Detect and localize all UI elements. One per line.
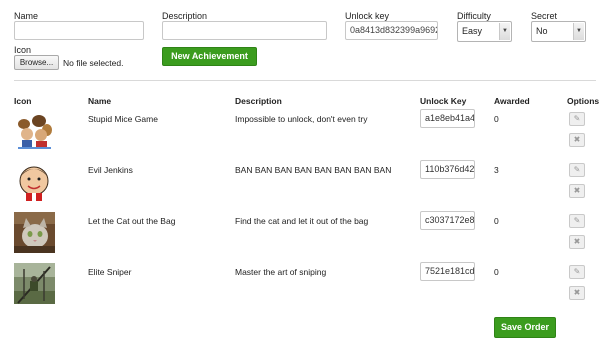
difficulty-select[interactable]: Easy ▼ (457, 21, 512, 42)
name-input[interactable] (14, 21, 144, 40)
chevron-down-icon: ▼ (573, 23, 584, 40)
divider (14, 80, 596, 81)
row-2-awarded: 3 (494, 165, 499, 175)
header-unlock-key: Unlock Key (420, 96, 467, 106)
jenkins-icon (14, 161, 55, 202)
icon-label: Icon (14, 45, 32, 55)
edit-icon[interactable]: ✎ (569, 214, 585, 228)
new-achievement-button[interactable]: New Achievement (162, 47, 257, 66)
delete-icon[interactable]: ✖ (569, 286, 585, 300)
secret-value: No (536, 26, 548, 36)
file-status: No file selected. (63, 58, 124, 68)
row-1-description: Impossible to unlock, don't even try (235, 114, 368, 124)
unlock-key-input[interactable]: 0a8413d832399a9692 (345, 21, 438, 40)
row-3-description: Find the cat and let it out of the bag (235, 216, 369, 226)
delete-icon[interactable]: ✖ (569, 235, 585, 249)
row-4-awarded: 0 (494, 267, 499, 277)
edit-icon[interactable]: ✎ (569, 265, 585, 279)
secret-label: Secret (531, 11, 558, 21)
unlock-key-label: Unlock key (345, 11, 390, 21)
header-awarded: Awarded (494, 96, 530, 106)
delete-icon[interactable]: ✖ (569, 133, 585, 147)
delete-icon[interactable]: ✖ (569, 184, 585, 198)
difficulty-value: Easy (462, 26, 483, 36)
edit-icon[interactable]: ✎ (569, 163, 585, 177)
description-label: Description (162, 11, 208, 21)
mice-icon (14, 110, 55, 151)
row-2-key[interactable]: 110b376d42 (420, 160, 475, 179)
name-label: Name (14, 11, 39, 21)
row-2-name: Evil Jenkins (88, 165, 133, 175)
cat-icon (14, 212, 55, 253)
row-4-description: Master the art of sniping (235, 267, 327, 277)
row-1-awarded: 0 (494, 114, 499, 124)
row-1-name: Stupid Mice Game (88, 114, 158, 124)
row-2-description: BAN BAN BAN BAN BAN BAN BAN BAN (235, 165, 392, 175)
browse-button[interactable]: Browse... (14, 55, 59, 70)
row-4-name: Elite Sniper (88, 267, 132, 277)
description-input[interactable] (162, 21, 327, 40)
header-icon: Icon (14, 96, 32, 106)
row-1-key[interactable]: a1e8eb41a4 (420, 109, 475, 128)
sniper-icon (14, 263, 55, 304)
header-description: Description (235, 96, 282, 106)
row-3-name: Let the Cat out the Bag (88, 216, 176, 226)
row-3-awarded: 0 (494, 216, 499, 226)
header-options: Options (567, 96, 600, 106)
difficulty-label: Difficulty (457, 11, 491, 21)
edit-icon[interactable]: ✎ (569, 112, 585, 126)
secret-select[interactable]: No ▼ (531, 21, 586, 42)
row-4-key[interactable]: 7521e181cd (420, 262, 475, 281)
chevron-down-icon: ▼ (499, 23, 510, 40)
header-name: Name (88, 96, 112, 106)
save-order-button[interactable]: Save Order (494, 317, 556, 338)
row-3-key[interactable]: c3037172e8 (420, 211, 475, 230)
